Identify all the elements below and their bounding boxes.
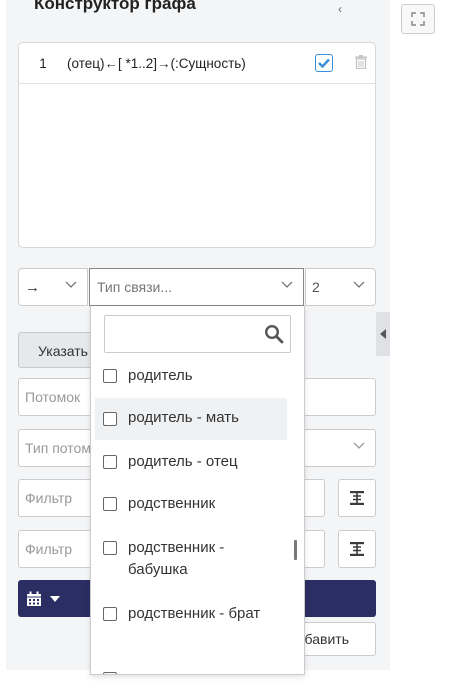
option-label: родитель - мать <box>128 409 239 426</box>
expand-icon <box>411 12 425 26</box>
calendar-icon <box>27 591 41 606</box>
relation-type-placeholder: Тип связи... <box>97 279 172 295</box>
option-checkbox[interactable] <box>103 541 117 555</box>
caret-down-icon <box>50 595 60 602</box>
relation-type-select[interactable]: Тип связи... <box>89 268 304 306</box>
dropdown-option[interactable]: родственник <box>95 493 287 515</box>
dropdown-option[interactable]: родитель <box>95 365 287 387</box>
page-title: Конструктор графа <box>34 0 196 13</box>
dropdown-option[interactable]: родственник - бабушка <box>95 537 265 581</box>
indicate-button[interactable]: Указать <box>18 332 98 368</box>
filter-button-1[interactable] <box>338 479 376 517</box>
option-checkbox[interactable] <box>103 607 117 621</box>
option-checkbox[interactable] <box>103 455 117 469</box>
option-label: родитель <box>128 367 193 384</box>
query-list: 1 (отец)←[ *1..2]→(:Сущность) <box>18 42 376 248</box>
option-label: родственник - бабушка <box>128 539 225 578</box>
chevron-down-icon <box>281 281 293 288</box>
filter-settings-icon <box>350 491 364 505</box>
check-icon <box>318 58 330 68</box>
filter-button-2[interactable] <box>338 530 376 568</box>
option-checkbox[interactable] <box>103 369 117 383</box>
chevron-down-icon <box>353 442 365 449</box>
option-checkbox[interactable] <box>103 412 117 426</box>
caret-left-icon <box>380 329 386 339</box>
relation-type-dropdown: родитель родитель - мать родитель - отец… <box>90 306 305 675</box>
dropdown-scrollbar[interactable] <box>294 540 297 560</box>
option-label: родственник - брат <box>128 605 261 622</box>
filter-settings-icon <box>350 542 364 556</box>
dropdown-option[interactable]: родственник - брат <box>95 603 265 625</box>
direction-value: → <box>25 278 40 296</box>
trash-icon[interactable] <box>355 54 367 72</box>
collapse-icon[interactable]: ‹ <box>338 2 342 16</box>
add-button[interactable]: Добавить <box>287 622 376 656</box>
page-background <box>390 0 452 686</box>
direction-select[interactable]: → <box>18 268 88 306</box>
option-label: родитель - отец <box>128 453 238 470</box>
search-icon <box>264 324 284 344</box>
dropdown-search-input[interactable] <box>104 315 291 353</box>
query-row-number: 1 <box>39 55 47 71</box>
fullscreen-button[interactable] <box>401 4 435 34</box>
depth-value: 2 <box>312 279 320 295</box>
chevron-down-icon <box>65 281 77 288</box>
dropdown-option[interactable]: родитель - отец <box>95 451 287 473</box>
query-row-expression: (отец)←[ *1..2]→(:Сущность) <box>67 55 246 71</box>
option-label: родственник <box>128 495 216 512</box>
query-row[interactable]: 1 (отец)←[ *1..2]→(:Сущность) <box>19 43 375 84</box>
dropdown-option-highlighted[interactable]: родитель - мать <box>95 398 287 440</box>
chevron-down-icon <box>353 281 365 288</box>
option-checkbox[interactable] <box>103 497 117 511</box>
option-checkbox[interactable] <box>103 672 117 674</box>
depth-select[interactable]: 2 <box>305 268 376 306</box>
query-row-checkbox[interactable] <box>315 54 333 72</box>
side-panel-toggle[interactable] <box>376 312 390 356</box>
